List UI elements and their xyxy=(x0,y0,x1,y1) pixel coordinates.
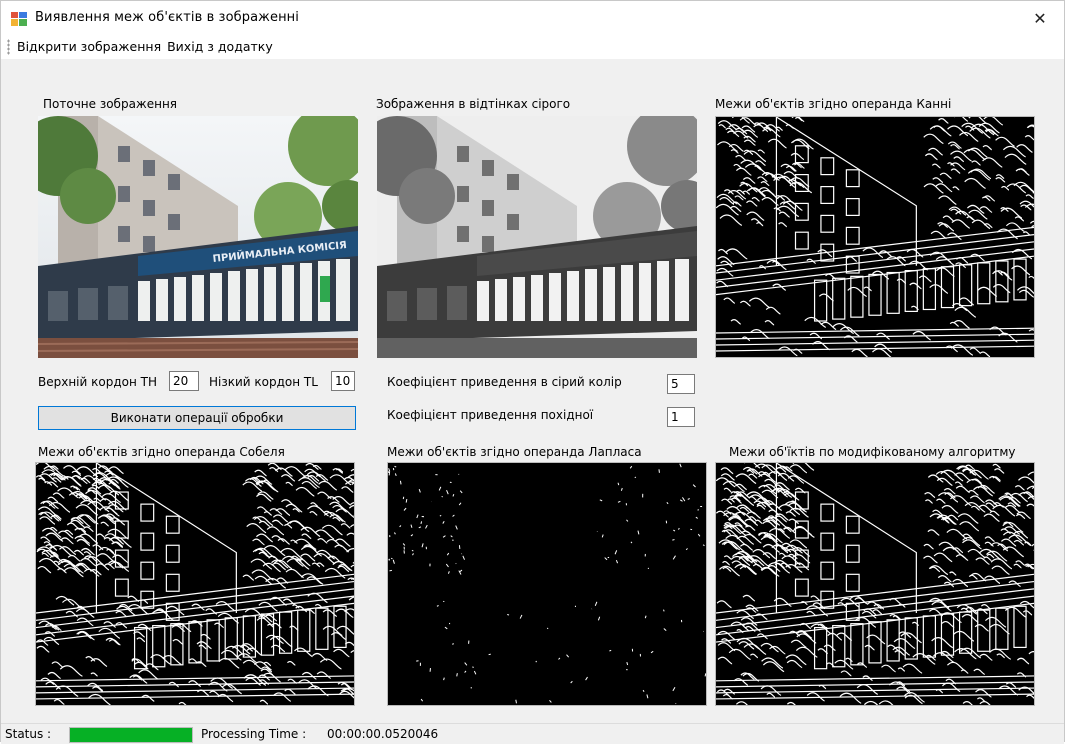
progress-bar xyxy=(69,727,193,743)
th-label: Верхній кордон TH xyxy=(38,375,157,389)
processing-time-value: 00:00:00.0520046 xyxy=(327,727,438,741)
menu-open-image[interactable]: Відкрити зображення xyxy=(14,36,164,58)
progress-fill xyxy=(70,728,192,742)
tl-input[interactable]: 10 xyxy=(331,371,355,391)
close-icon: ✕ xyxy=(1033,9,1046,28)
deriv-coef-input[interactable]: 1 xyxy=(667,407,695,427)
menu-exit-app[interactable]: Вихід з додатку xyxy=(164,36,276,58)
tl-label: Нізкий кордон TL xyxy=(209,375,318,389)
th-input[interactable]: 20 xyxy=(169,371,199,391)
modified-edges-image xyxy=(715,462,1035,706)
menu-grip-icon xyxy=(7,39,10,55)
app-window-icon xyxy=(11,12,27,26)
current-image: ПРИЙМАЛЬНА КОМІСІЯ xyxy=(38,116,358,358)
deriv-coef-label: Коефіцієнт приведення похідної xyxy=(387,408,593,422)
close-button[interactable]: ✕ xyxy=(1020,3,1060,33)
main-window: Виявлення меж об'єктів в зображенні ✕ Ві… xyxy=(0,0,1065,742)
gray-coef-input[interactable]: 5 xyxy=(667,374,695,394)
sobel-edges-label: Межи об'єктів згідно операнда Собеля xyxy=(38,445,285,459)
canny-edges-label: Межи об'єктів згідно операнда Канні xyxy=(715,97,951,111)
canny-edges-image xyxy=(715,116,1035,358)
current-image-label: Поточне зображення xyxy=(43,97,177,111)
laplace-edges-label: Межи об'єктів згідно операнда Лапласа xyxy=(387,445,642,459)
modified-edges-label: Межи об'їктів по модифікованому алгоритм… xyxy=(729,445,1015,459)
gray-coef-label: Коефіцієнт приведення в сірий колір xyxy=(387,375,622,389)
status-bar: Status : Processing Time : 00:00:00.0520… xyxy=(1,723,1064,744)
sobel-edges-image xyxy=(35,462,355,706)
title-bar: Виявлення меж об'єктів в зображенні ✕ xyxy=(1,1,1064,35)
run-processing-button[interactable]: Виконати операції обробки xyxy=(38,406,356,430)
gray-image-label: Зображення в відтінках сірого xyxy=(376,97,570,111)
window-title: Виявлення меж об'єктів в зображенні xyxy=(35,10,299,25)
menu-bar: Відкрити зображення Вихід з додатку xyxy=(1,35,1064,59)
processing-time-label: Processing Time : xyxy=(201,727,306,741)
laplace-edges-image xyxy=(387,462,707,706)
grayscale-image xyxy=(377,116,697,358)
status-label: Status : xyxy=(5,727,51,741)
